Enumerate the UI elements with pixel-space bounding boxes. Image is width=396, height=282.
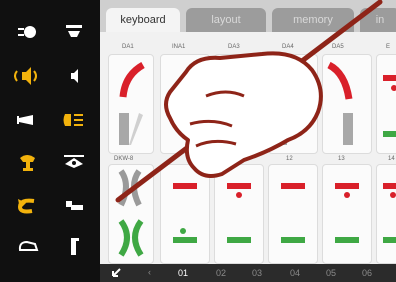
page-button[interactable]: 02 bbox=[216, 268, 226, 278]
page-button[interactable]: 01 bbox=[178, 268, 188, 278]
page-button[interactable]: 06 bbox=[362, 268, 372, 278]
page-button[interactable]: 05 bbox=[326, 268, 336, 278]
stylus-hand-overlay bbox=[115, 0, 383, 203]
hand-outline bbox=[164, 51, 323, 178]
page-button[interactable]: 04 bbox=[290, 268, 300, 278]
page-button[interactable]: 03 bbox=[252, 268, 262, 278]
arrow-left-icon[interactable] bbox=[110, 267, 122, 279]
chevron-left-icon[interactable]: ‹ bbox=[148, 267, 151, 277]
page-bar: ‹ 01 02 03 04 05 06 bbox=[100, 264, 396, 282]
